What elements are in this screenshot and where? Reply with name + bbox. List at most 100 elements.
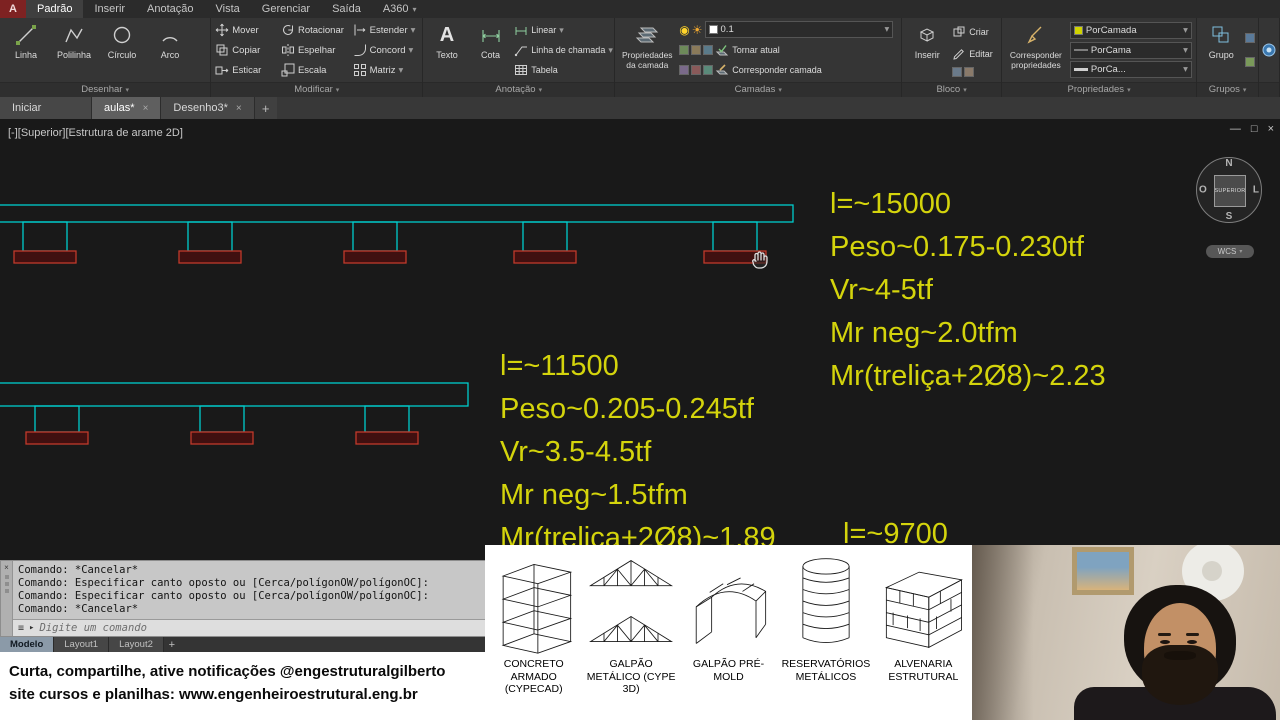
file-tab-aulas[interactable]: aulas* ×	[92, 97, 162, 119]
panel-label-desenhar[interactable]: Desenhar ▾	[0, 82, 211, 97]
propriedades-camada-button[interactable]: Propriedades da camada	[617, 19, 677, 81]
layer-on-bulb-icon[interactable]: ◉	[679, 24, 689, 36]
file-tab-desenho3[interactable]: Desenho3* ×	[161, 97, 255, 119]
esticar-button[interactable]: Esticar	[215, 61, 277, 79]
ribbon-tab-padrao[interactable]: Padrão	[26, 0, 84, 18]
panel-label-camadas[interactable]: Camadas ▾	[615, 82, 902, 97]
layer-tool-icon[interactable]	[703, 44, 714, 55]
texto-button[interactable]: A Texto	[425, 19, 469, 81]
close-icon[interactable]: ×	[236, 103, 242, 114]
block-tool-icon[interactable]	[964, 67, 975, 77]
lineweight-select[interactable]: PorCa... ▾	[1069, 61, 1192, 79]
ribbon-tab-gerenciar[interactable]: Gerenciar	[251, 0, 321, 18]
criar-bloco-button[interactable]: Criar	[952, 23, 996, 41]
ribbon-extra-icon[interactable]	[1261, 42, 1277, 58]
linear-label: Linear	[531, 25, 557, 35]
copiar-button[interactable]: Copiar	[215, 41, 277, 59]
matriz-button[interactable]: Matriz ▾	[353, 61, 419, 79]
chevron-down-icon[interactable]: ▾	[884, 24, 889, 35]
banner-line2: site cursos e planilhas: www.engenheiroe…	[9, 686, 418, 703]
panel-desenhar: Linha Polilinha Círculo Arco Desenhar ▾	[0, 18, 212, 97]
tornar-atual-button[interactable]: Tornar atual	[715, 41, 893, 59]
tank-drawing	[802, 558, 850, 643]
tab-layout1[interactable]: Layout1	[54, 637, 110, 652]
panel-label-grupos[interactable]: Grupos ▾	[1197, 82, 1258, 97]
rotacionar-button[interactable]: Rotacionar	[281, 21, 349, 39]
layer-tool-icon[interactable]	[679, 64, 690, 75]
corresponder-camada-button[interactable]: Corresponder camada	[715, 61, 893, 79]
new-layout-button[interactable]: +	[164, 637, 180, 652]
new-drawing-tab-button[interactable]: +	[254, 97, 277, 119]
inserir-button[interactable]: Inserir	[904, 19, 950, 81]
customize-icon[interactable]: ≡	[18, 623, 24, 634]
chevron-down-icon[interactable]: ▾	[608, 45, 613, 56]
panel-label-modificar[interactable]: Modificar ▾	[211, 82, 423, 97]
tab-modelo[interactable]: Modelo	[0, 637, 55, 652]
service-concreto-armado: CONCRETO ARMADO (CYPECAD)	[485, 545, 582, 720]
file-tab-iniciar[interactable]: Iniciar	[0, 97, 92, 119]
block-tool-icon[interactable]	[952, 67, 963, 77]
cota-button[interactable]: Cota	[469, 19, 513, 81]
close-icon[interactable]: ×	[143, 103, 149, 114]
linha-chamada-button[interactable]: Linha de chamada ▾	[514, 41, 613, 59]
circulo-button[interactable]: Círculo	[98, 19, 146, 81]
editar-bloco-button[interactable]: Editar	[952, 45, 996, 63]
corresponder-propriedades-button[interactable]: Corresponder propriedades	[1004, 19, 1068, 81]
ribbon-tab-anotacao[interactable]: Anotação	[136, 0, 204, 18]
compass-north-label[interactable]: N	[1225, 158, 1232, 169]
linetype-select[interactable]: PorCama ▾	[1069, 41, 1192, 59]
chevron-down-icon[interactable]: ▾	[1183, 64, 1188, 75]
compass-south-label[interactable]: S	[1226, 211, 1233, 222]
app-logo-icon[interactable]: A	[0, 0, 26, 18]
linha-button[interactable]: Linha	[2, 19, 50, 81]
chevron-down-icon[interactable]: ▾	[409, 45, 414, 56]
mover-button[interactable]: Mover	[215, 21, 277, 39]
layer-tool-icon[interactable]	[703, 64, 714, 75]
command-panel-grip[interactable]: ×	[1, 561, 13, 636]
ribbon-tab-a360[interactable]: A360 ▾	[372, 0, 428, 18]
viewcube[interactable]: SUPERIOR	[1214, 175, 1246, 207]
group-tool-icon[interactable]	[1245, 57, 1256, 67]
command-input[interactable]: ≡ ▸ Digite um comando	[13, 619, 486, 636]
chevron-down-icon[interactable]: ▾	[1183, 45, 1188, 56]
chevron-down-icon[interactable]: ▾	[1183, 25, 1188, 36]
ribbon-tab-vista[interactable]: Vista	[205, 0, 251, 18]
criar-label: Criar	[969, 27, 989, 37]
polilinha-button[interactable]: Polilinha	[50, 19, 98, 81]
chevron-down-icon[interactable]: ▾	[398, 65, 403, 76]
chevron-down-icon[interactable]: ▾	[559, 25, 564, 36]
autocad-window: A Padrão Inserir Anotação Vista Gerencia…	[0, 0, 1280, 720]
espelhar-button[interactable]: Espelhar	[281, 41, 349, 59]
group-tool-icon[interactable]	[1245, 33, 1256, 43]
estender-button[interactable]: Estender ▾	[353, 21, 419, 39]
arco-button[interactable]: Arco	[146, 19, 194, 81]
panel-label-bloco[interactable]: Bloco ▾	[902, 82, 1001, 97]
close-icon[interactable]: ×	[4, 563, 9, 572]
tab-label: Inserir	[94, 3, 126, 15]
tornar-atual-label: Tornar atual	[732, 44, 780, 55]
layer-tool-icon[interactable]	[679, 44, 690, 55]
layer-tool-icon[interactable]	[691, 64, 702, 75]
chevron-down-icon[interactable]: ▾	[411, 25, 416, 36]
ribbon-tab-inserir[interactable]: Inserir	[83, 0, 136, 18]
layer-tool-icon[interactable]	[691, 44, 702, 55]
concord-button[interactable]: Concord ▾	[353, 41, 419, 59]
tab-layout2[interactable]: Layout2	[109, 637, 164, 652]
compass-west-label[interactable]: O	[1199, 185, 1207, 196]
panel-label-propriedades[interactable]: Propriedades ▾	[1001, 82, 1197, 97]
layer-select[interactable]: 0.1 ▾	[704, 21, 894, 39]
linear-button[interactable]: Linear ▾	[514, 21, 610, 39]
annotation-line: Peso~0.175-0.230tf	[830, 231, 1084, 263]
wcs-control[interactable]: WCS ▾	[1206, 245, 1254, 258]
ribbon-tab-saida[interactable]: Saída	[321, 0, 372, 18]
escala-button[interactable]: Escala	[281, 61, 349, 79]
lineweight-icon	[1073, 68, 1088, 72]
chevron-down-icon[interactable]: ▾	[413, 5, 417, 14]
grupo-button[interactable]: Grupo	[1199, 19, 1243, 81]
compass-east-label[interactable]: L	[1253, 185, 1259, 196]
panel-label-anotacao[interactable]: Anotação ▾	[423, 82, 615, 97]
tabela-button[interactable]: Tabela	[514, 61, 610, 79]
navigation-compass[interactable]: N S L O SUPERIOR	[1196, 157, 1262, 223]
layer-freeze-sun-icon[interactable]: ☀	[692, 24, 703, 36]
color-select[interactable]: PorCamada ▾	[1069, 21, 1192, 39]
